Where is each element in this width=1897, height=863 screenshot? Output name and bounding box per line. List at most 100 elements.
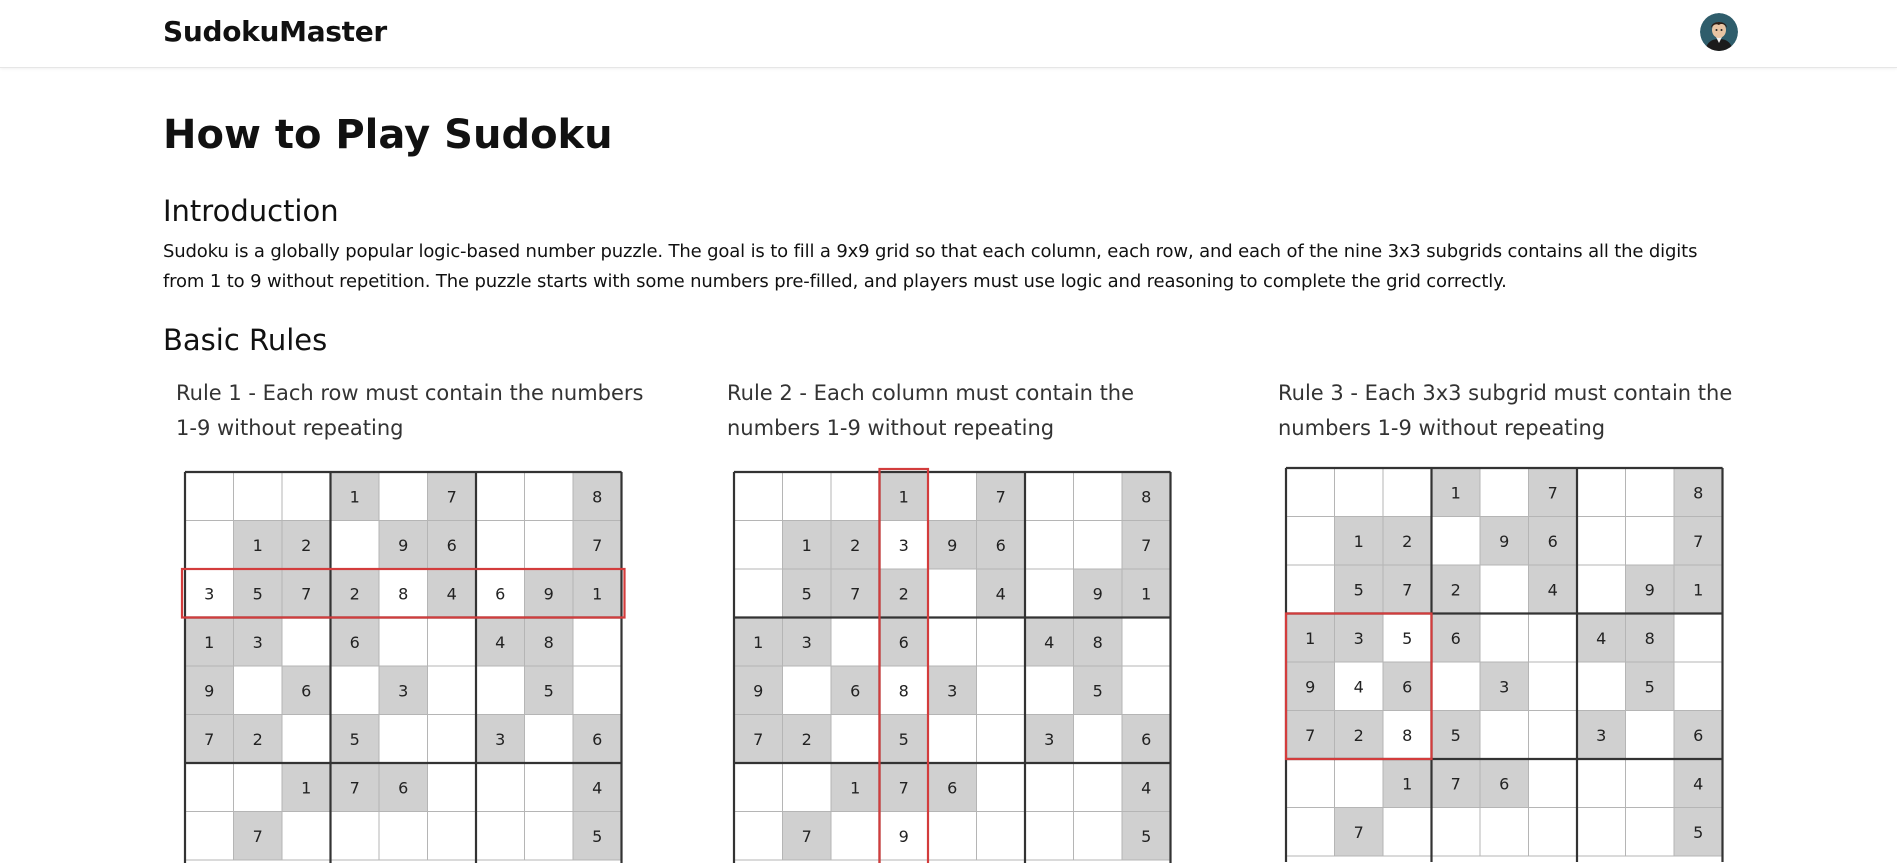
sudoku-cell[interactable] [1073,714,1123,764]
sudoku-cell[interactable] [733,520,783,570]
sudoku-cell[interactable]: 4 [1334,661,1384,711]
sudoku-cell[interactable]: 5 [572,811,622,861]
sudoku-cell[interactable] [1625,710,1675,760]
sudoku-cell[interactable] [1625,758,1675,808]
sudoku-cell[interactable] [1431,807,1481,857]
sudoku-cell[interactable] [427,714,477,764]
sudoku-cell[interactable]: 1 [879,471,929,521]
sudoku-cell[interactable] [427,811,477,861]
sudoku-cell[interactable] [281,471,331,521]
sudoku-cell[interactable]: 4 [475,617,525,667]
sudoku-cell[interactable] [1285,516,1335,566]
sudoku-cell[interactable] [1024,811,1074,861]
sudoku-cell[interactable] [782,665,832,715]
sudoku-cell[interactable]: 7 [427,471,477,521]
sudoku-cell[interactable]: 2 [782,714,832,764]
sudoku-cell[interactable]: 4 [427,568,477,618]
sudoku-cell[interactable] [475,811,525,861]
sudoku-cell[interactable] [1024,568,1074,618]
sudoku-cell[interactable] [927,714,977,764]
sudoku-cell[interactable] [233,762,283,812]
sudoku-cell[interactable]: 2 [233,714,283,764]
sudoku-cell[interactable]: 9 [378,520,428,570]
sudoku-cell[interactable]: 7 [1528,467,1578,517]
sudoku-cell[interactable] [572,665,622,715]
sudoku-cell[interactable] [1024,471,1074,521]
sudoku-cell[interactable]: 1 [184,617,234,667]
sudoku-cell[interactable] [1073,471,1123,521]
sudoku-cell[interactable] [1024,665,1074,715]
sudoku-cell[interactable]: 6 [830,665,880,715]
sudoku-cell[interactable] [330,520,380,570]
sudoku-cell[interactable] [1576,758,1626,808]
sudoku-cell[interactable] [1479,467,1529,517]
sudoku-cell[interactable]: 7 [1431,758,1481,808]
sudoku-cell[interactable] [524,520,574,570]
sudoku-cell[interactable] [830,811,880,861]
sudoku-cell[interactable]: 3 [233,617,283,667]
sudoku-cell[interactable]: 3 [475,714,525,764]
sudoku-cell[interactable]: 3 [1024,714,1074,764]
sudoku-cell[interactable] [281,617,331,667]
sudoku-cell[interactable] [1528,710,1578,760]
sudoku-cell[interactable]: 5 [1625,661,1675,711]
sudoku-cell[interactable] [830,617,880,667]
sudoku-cell[interactable] [1024,520,1074,570]
sudoku-cell[interactable] [1285,807,1335,857]
sudoku-cell[interactable]: 7 [1121,520,1171,570]
sudoku-cell[interactable]: 6 [879,617,929,667]
sudoku-cell[interactable] [281,714,331,764]
sudoku-cell[interactable] [733,471,783,521]
sudoku-cell[interactable] [1479,564,1529,614]
sudoku-cell[interactable] [1334,467,1384,517]
sudoku-cell[interactable]: 8 [1625,613,1675,663]
sudoku-cell[interactable]: 3 [1576,710,1626,760]
sudoku-cell[interactable]: 3 [879,520,929,570]
sudoku-cell[interactable]: 5 [524,665,574,715]
sudoku-cell[interactable]: 8 [1673,467,1723,517]
sudoku-cell[interactable] [1479,807,1529,857]
sudoku-cell[interactable]: 8 [524,617,574,667]
sudoku-cell[interactable] [378,617,428,667]
sudoku-cell[interactable]: 5 [1431,710,1481,760]
sudoku-cell[interactable] [330,665,380,715]
sudoku-cell[interactable] [1673,661,1723,711]
sudoku-cell[interactable]: 4 [1121,762,1171,812]
sudoku-cell[interactable]: 8 [378,568,428,618]
sudoku-cell[interactable] [1625,516,1675,566]
sudoku-cell[interactable]: 9 [733,665,783,715]
sudoku-cell[interactable] [927,617,977,667]
sudoku-cell[interactable]: 7 [782,811,832,861]
sudoku-cell[interactable] [1285,564,1335,614]
sudoku-cell[interactable] [1382,807,1432,857]
sudoku-cell[interactable]: 7 [1334,807,1384,857]
sudoku-cell[interactable] [976,617,1026,667]
sudoku-cell[interactable]: 1 [1673,564,1723,614]
sudoku-cell[interactable]: 9 [184,665,234,715]
sudoku-cell[interactable]: 2 [879,568,929,618]
sudoku-cell[interactable]: 8 [1121,471,1171,521]
sudoku-cell[interactable] [475,471,525,521]
sudoku-cell[interactable] [524,714,574,764]
sudoku-cell[interactable] [1625,807,1675,857]
sudoku-cell[interactable]: 8 [1382,710,1432,760]
sudoku-cell[interactable]: 5 [1334,564,1384,614]
sudoku-cell[interactable] [524,762,574,812]
sudoku-cell[interactable]: 4 [572,762,622,812]
sudoku-cell[interactable] [1528,613,1578,663]
sudoku-cell[interactable] [475,762,525,812]
sudoku-cell[interactable] [233,471,283,521]
sudoku-cell[interactable]: 9 [1479,516,1529,566]
sudoku-cell[interactable]: 6 [976,520,1026,570]
sudoku-cell[interactable]: 2 [1334,710,1384,760]
sudoku-cell[interactable]: 5 [233,568,283,618]
sudoku-cell[interactable]: 7 [1673,516,1723,566]
brand-logo[interactable]: SudokuMaster [163,15,387,48]
sudoku-cell[interactable] [927,471,977,521]
sudoku-cell[interactable]: 1 [733,617,783,667]
sudoku-cell[interactable] [378,471,428,521]
sudoku-cell[interactable]: 1 [1121,568,1171,618]
sudoku-cell[interactable]: 1 [1334,516,1384,566]
sudoku-cell[interactable] [976,714,1026,764]
sudoku-cell[interactable]: 7 [830,568,880,618]
